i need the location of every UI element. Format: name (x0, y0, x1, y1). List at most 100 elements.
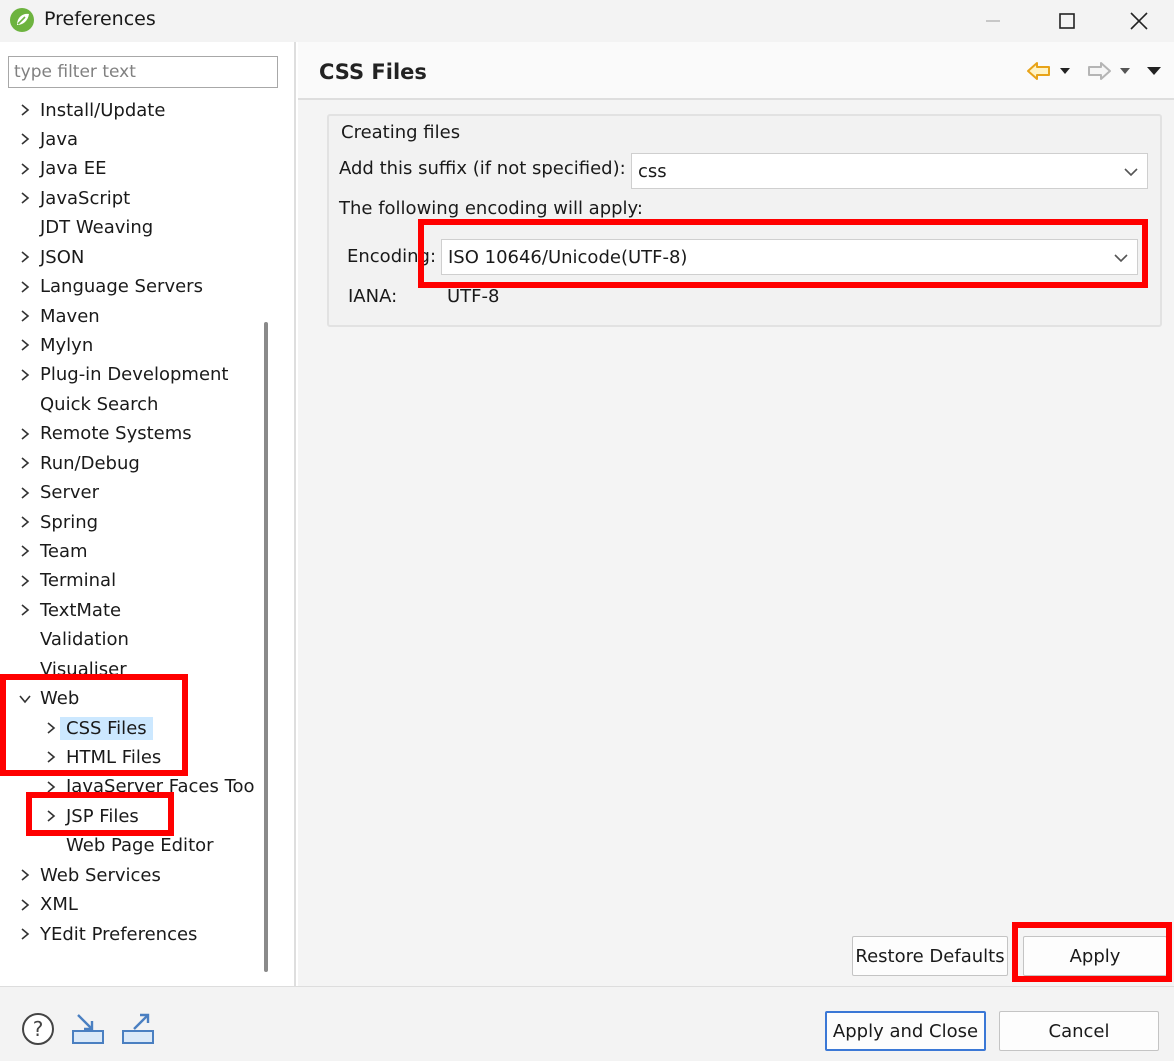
tree-item-label: YEdit Preferences (40, 923, 198, 945)
view-menu-button[interactable] (1146, 65, 1162, 77)
tree-item[interactable]: JavaScript (18, 184, 136, 212)
chevron-right-icon[interactable] (18, 309, 32, 323)
suffix-select[interactable]: css (631, 153, 1148, 189)
back-arrow-icon (1027, 62, 1050, 80)
tree-item[interactable]: Install/Update (18, 96, 171, 124)
chevron-right-icon[interactable] (18, 456, 32, 470)
tree-item-label: Maven (40, 305, 100, 327)
suffix-label: Add this suffix (if not specified): (339, 158, 626, 179)
chevron-right-icon[interactable] (44, 750, 58, 764)
chevron-down-icon[interactable] (18, 692, 32, 706)
chevron-right-icon[interactable] (18, 280, 32, 294)
tree-item-label: Java EE (40, 158, 107, 180)
minimize-button[interactable] (956, 0, 1030, 42)
tree-item-label: Install/Update (40, 99, 166, 121)
close-button[interactable] (1102, 0, 1174, 42)
filter-input[interactable] (8, 56, 278, 88)
tree-item-label: JavaScript (40, 187, 131, 209)
preference-navigator: Install/Update Java Java EE JavaScript JDT W… (0, 42, 296, 1014)
tree-item[interactable]: Visualiser (18, 655, 133, 683)
preference-page: CSS Files Creating files Add this suffix… (298, 42, 1174, 986)
chevron-right-icon[interactable] (18, 191, 32, 205)
tree-item[interactable]: YEdit Preferences (18, 920, 203, 948)
tree-item[interactable]: JavaServer Faces Too (44, 773, 254, 801)
chevron-right-icon[interactable] (18, 515, 32, 529)
chevron-right-icon[interactable] (18, 338, 32, 352)
tree-item[interactable]: HTML Files (44, 743, 167, 771)
tree-item[interactable]: Remote Systems (18, 420, 198, 448)
preference-tree: Install/Update Java Java EE JavaScript JDT W… (8, 96, 254, 994)
tree-item[interactable]: Maven (18, 302, 106, 330)
tree-item[interactable]: Mylyn (18, 331, 99, 359)
chevron-right-icon[interactable] (18, 162, 32, 176)
suffix-value: css (638, 160, 667, 182)
forward-history-dropdown[interactable] (1118, 66, 1132, 76)
export-icon[interactable] (120, 1011, 156, 1047)
encoding-note: The following encoding will apply: (339, 198, 643, 219)
tree-item[interactable]: Team (18, 537, 94, 565)
back-history-dropdown[interactable] (1058, 66, 1072, 76)
chevron-right-icon[interactable] (18, 927, 32, 941)
chevron-right-icon[interactable] (18, 574, 32, 588)
spring-leaf-icon (10, 8, 34, 32)
encoding-select[interactable]: ISO 10646/Unicode(UTF-8) (441, 239, 1138, 275)
iana-value: UTF-8 (447, 286, 500, 307)
chevron-down-icon (1124, 168, 1138, 177)
cancel-button[interactable]: Cancel (999, 1011, 1159, 1051)
tree-vertical-scrollbar[interactable] (264, 322, 268, 972)
title-bar: Preferences (0, 0, 1174, 42)
close-icon (1130, 12, 1148, 30)
tree-item-label: JavaServer Faces Too (66, 776, 254, 798)
tree-item[interactable]: Terminal (18, 567, 122, 595)
chevron-right-icon[interactable] (44, 809, 58, 823)
restore-defaults-button[interactable]: Restore Defaults (852, 936, 1008, 976)
chevron-right-icon[interactable] (44, 721, 58, 735)
page-navigation (1026, 60, 1162, 82)
chevron-right-icon[interactable] (18, 427, 32, 441)
chevron-right-icon[interactable] (44, 780, 58, 794)
tree-item[interactable]: TextMate (18, 596, 127, 624)
tree-item[interactable]: Web Page Editor (44, 832, 220, 860)
tree-item[interactable]: CSS Files (44, 714, 153, 742)
tree-item[interactable]: Web Services (18, 861, 167, 889)
chevron-right-icon[interactable] (18, 132, 32, 146)
tree-item[interactable]: XML (18, 891, 84, 919)
tree-item-label: Team (40, 540, 88, 562)
chevron-right-icon[interactable] (18, 368, 32, 382)
chevron-right-icon[interactable] (18, 898, 32, 912)
tree-item[interactable]: JSON (18, 243, 90, 271)
tree-item-label: TextMate (40, 599, 122, 621)
back-button[interactable] (1026, 60, 1052, 82)
tree-item[interactable]: Plug-in Development (18, 361, 235, 389)
apply-and-close-button[interactable]: Apply and Close (825, 1011, 986, 1051)
minimize-icon (986, 20, 1000, 22)
chevron-right-icon[interactable] (18, 486, 32, 500)
tree-item[interactable]: JSP Files (44, 802, 145, 830)
tree-item[interactable]: JDT Weaving (18, 214, 159, 242)
maximize-button[interactable] (1030, 0, 1104, 42)
chevron-right-icon[interactable] (18, 103, 32, 117)
tree-item[interactable]: Validation (18, 626, 135, 654)
help-icon[interactable]: ? (20, 1011, 56, 1047)
chevron-right-icon[interactable] (18, 250, 32, 264)
chevron-right-icon[interactable] (18, 544, 32, 558)
creating-files-legend: Creating files (339, 122, 463, 143)
view-menu-icon (1147, 67, 1161, 75)
apply-button[interactable]: Apply (1023, 936, 1167, 976)
tree-item-label: Plug-in Development (40, 364, 229, 386)
tree-item-label: JSON (40, 246, 85, 268)
tree-item[interactable]: Server (18, 479, 105, 507)
tree-item[interactable]: Spring (18, 508, 104, 536)
tree-item[interactable]: Run/Debug (18, 449, 146, 477)
tree-item[interactable]: Language Servers (18, 273, 209, 301)
tree-item[interactable]: Quick Search (18, 390, 164, 418)
tree-item[interactable]: Web (18, 685, 85, 713)
chevron-right-icon[interactable] (18, 603, 32, 617)
encoding-value: ISO 10646/Unicode(UTF-8) (448, 246, 688, 268)
import-icon[interactable] (70, 1011, 106, 1047)
forward-button[interactable] (1086, 60, 1112, 82)
chevron-right-icon[interactable] (18, 868, 32, 882)
tree-item[interactable]: Java EE (18, 155, 113, 183)
tree-item[interactable]: Java (18, 125, 84, 153)
tree-item-label: Web Page Editor (66, 835, 214, 857)
